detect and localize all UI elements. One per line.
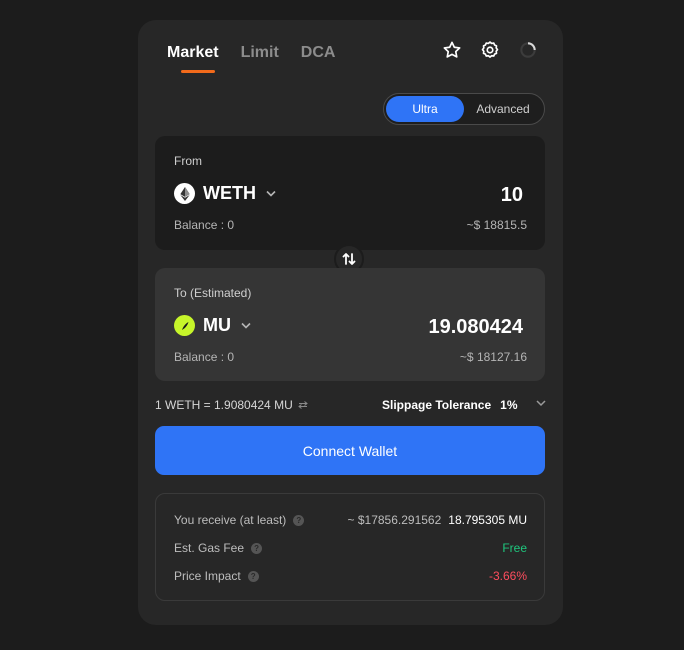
advanced-mode-button[interactable]: Advanced [464,96,542,122]
header-actions [441,39,539,61]
chevron-down-icon [241,320,251,332]
tab-bar: Market Limit DCA [167,44,336,73]
tab-limit[interactable]: Limit [241,44,279,62]
to-balance: Balance : 0 [174,350,235,364]
settings-icon[interactable] [479,39,501,61]
from-token-symbol: WETH [203,183,256,203]
price-impact-row: Price Impact ? -3.66% [174,569,527,585]
swap-rate-icon [297,401,308,409]
gas-fee-row: Est. Gas Fee ? Free [174,541,527,557]
help-icon[interactable]: ? [293,514,305,526]
exchange-rate-text: 1 WETH = 1.9080424 MU [155,398,293,412]
to-amount-output: 19.080424 [428,316,523,338]
receive-label: You receive (at least) [174,513,287,527]
chevron-down-icon[interactable] [535,397,547,412]
refresh-icon[interactable] [517,39,539,61]
from-token-selector[interactable]: WETH [174,183,276,204]
slippage-value: 1% [500,398,518,412]
slippage-label: Slippage Tolerance [382,398,492,412]
star-icon[interactable] [441,39,463,61]
to-token-selector[interactable]: MU [174,315,251,336]
from-balance: Balance : 0 [174,218,235,232]
ultra-mode-button[interactable]: Ultra [386,96,464,122]
from-amount-input[interactable]: 10 [501,184,523,207]
connect-wallet-button[interactable]: Connect Wallet [155,426,545,475]
mode-toggle: Ultra Advanced [383,93,545,125]
from-usd-value: ~$ 18815.5 [466,218,527,232]
price-impact-value: -3.66% [488,569,527,583]
tab-market[interactable]: Market [167,44,219,73]
rate-row: 1 WETH = 1.9080424 MU Slippage Tolerance… [155,397,547,415]
to-panel: To (Estimated) MU 19.080424 Balance : 0 … [155,268,545,381]
price-impact-label: Price Impact [174,569,241,583]
swap-arrows-icon [342,253,356,265]
to-usd-value: ~$ 18127.16 [459,350,527,364]
gas-fee-label: Est. Gas Fee [174,541,245,555]
chevron-down-icon [266,188,276,200]
from-panel: From WETH 10 Balance : 0 ~$ 18815.5 [155,136,545,250]
help-icon[interactable]: ? [251,542,263,554]
receive-amount: 18.795305 MU [448,513,527,527]
from-label: From [174,154,202,168]
gas-fee-value: Free [502,541,527,555]
mu-token-icon [174,315,195,336]
ethereum-icon [174,183,195,204]
to-token-symbol: MU [203,315,231,335]
receive-row: You receive (at least) ? ~ $17856.291562… [174,513,527,529]
help-icon[interactable]: ? [247,570,259,582]
tab-dca[interactable]: DCA [301,44,336,62]
exchange-rate[interactable]: 1 WETH = 1.9080424 MU [155,398,308,412]
receive-usd: ~ $17856.291562 [347,513,442,527]
slippage-setting[interactable]: Slippage Tolerance 1% [382,398,518,412]
to-label: To (Estimated) [174,286,252,300]
swap-summary: You receive (at least) ? ~ $17856.291562… [155,493,545,601]
swap-card: Market Limit DCA Ultra Advanced From WET… [138,20,563,625]
